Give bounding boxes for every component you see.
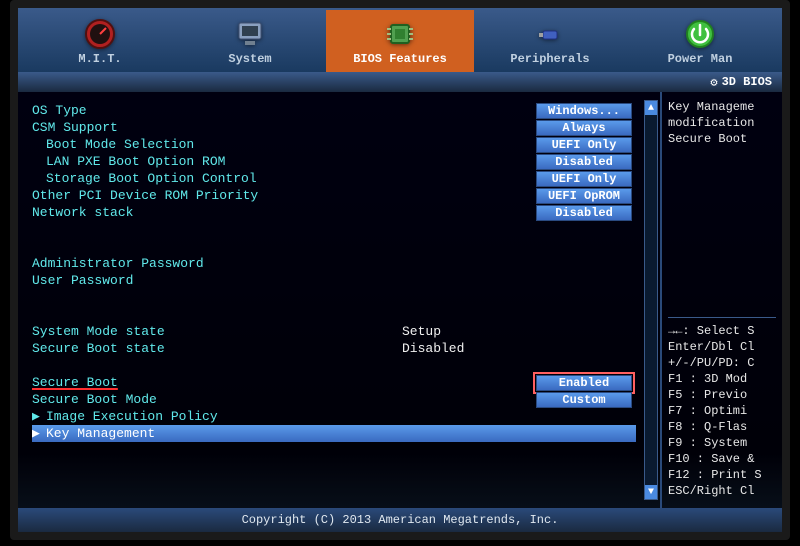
setting-value[interactable]: Disabled bbox=[536, 154, 632, 170]
tab-system[interactable]: System bbox=[176, 10, 324, 72]
setting-storage-boot[interactable]: Storage Boot Option Control UEFI Only bbox=[32, 170, 654, 187]
help-key: ESC/Right Cl bbox=[668, 484, 776, 500]
computer-icon bbox=[180, 16, 320, 52]
setting-label: User Password bbox=[32, 273, 632, 288]
setting-other-pci[interactable]: Other PCI Device ROM Priority UEFI OpROM bbox=[32, 187, 654, 204]
copyright-text: Copyright (C) 2013 American Megatrends, … bbox=[242, 513, 559, 527]
brand-bar: ⚙ 3D BIOS bbox=[18, 72, 782, 92]
state-label: System Mode state bbox=[32, 324, 402, 339]
tab-peripherals[interactable]: Peripherals bbox=[476, 10, 624, 72]
tab-label: Power Man bbox=[630, 52, 770, 66]
setting-value[interactable]: Always bbox=[536, 120, 632, 136]
setting-label: Administrator Password bbox=[32, 256, 632, 271]
setting-csm-support[interactable]: CSM Support Always bbox=[32, 119, 654, 136]
setting-admin-password[interactable]: Administrator Password bbox=[32, 255, 654, 272]
setting-label: LAN PXE Boot Option ROM bbox=[32, 154, 536, 169]
setting-secure-boot-mode[interactable]: Secure Boot Mode Custom bbox=[32, 391, 654, 408]
tab-label: M.I.T. bbox=[30, 52, 170, 66]
tab-bar: M.I.T. System BIOS Features Peripherals … bbox=[18, 8, 782, 72]
help-key: Enter/Dbl Cl bbox=[668, 340, 776, 356]
setting-label: Secure Boot Mode bbox=[32, 392, 536, 407]
setting-value[interactable]: UEFI OpROM bbox=[536, 188, 632, 204]
power-icon bbox=[630, 16, 770, 52]
help-key: F5 : Previo bbox=[668, 388, 776, 404]
submenu-image-execution[interactable]: ▶ Image Execution Policy bbox=[32, 408, 654, 425]
setting-value[interactable]: Disabled bbox=[536, 205, 632, 221]
submenu-key-management[interactable]: ▶ Key Management bbox=[32, 425, 636, 442]
help-text: Secure Boot bbox=[668, 132, 776, 148]
main-panel: OS Type Windows... CSM Support Always Bo… bbox=[18, 92, 662, 508]
setting-label: Secure Boot bbox=[32, 375, 536, 390]
tab-label: System bbox=[180, 52, 320, 66]
tab-mit[interactable]: M.I.T. bbox=[26, 10, 174, 72]
scroll-up-icon[interactable]: ▲ bbox=[645, 101, 657, 115]
setting-value[interactable]: UEFI Only bbox=[536, 137, 632, 153]
tab-label: Peripherals bbox=[480, 52, 620, 66]
setting-value[interactable]: Enabled bbox=[536, 375, 632, 391]
footer: Copyright (C) 2013 American Megatrends, … bbox=[18, 508, 782, 532]
state-label: Secure Boot state bbox=[32, 341, 402, 356]
usb-icon bbox=[480, 16, 620, 52]
triangle-icon: ▶ bbox=[32, 409, 42, 424]
tab-label: BIOS Features bbox=[330, 52, 470, 66]
setting-label: CSM Support bbox=[32, 120, 536, 135]
setting-label: Storage Boot Option Control bbox=[32, 171, 536, 186]
triangle-icon: ▶ bbox=[32, 426, 42, 441]
gear-icon: ⚙ bbox=[710, 75, 717, 90]
scroll-down-icon[interactable]: ▼ bbox=[645, 485, 657, 499]
submenu-label: Key Management bbox=[46, 426, 155, 441]
help-key: F8 : Q-Flas bbox=[668, 420, 776, 436]
submenu-label: Image Execution Policy bbox=[46, 409, 218, 424]
setting-value[interactable]: Custom bbox=[536, 392, 632, 408]
state-secure-boot: Secure Boot state Disabled bbox=[32, 340, 654, 357]
setting-boot-mode[interactable]: Boot Mode Selection UEFI Only bbox=[32, 136, 654, 153]
content-area: OS Type Windows... CSM Support Always Bo… bbox=[18, 92, 782, 508]
bios-screen: M.I.T. System BIOS Features Peripherals … bbox=[10, 0, 790, 540]
brand-text: 3D BIOS bbox=[722, 75, 772, 89]
setting-label: Network stack bbox=[32, 205, 536, 220]
help-text: Key Manageme bbox=[668, 100, 776, 116]
setting-label: Boot Mode Selection bbox=[32, 137, 536, 152]
help-key: F7 : Optimi bbox=[668, 404, 776, 420]
help-key: →←: Select S bbox=[668, 324, 776, 340]
tab-power[interactable]: Power Man bbox=[626, 10, 774, 72]
help-key: F1 : 3D Mod bbox=[668, 372, 776, 388]
setting-secure-boot[interactable]: Secure Boot Enabled bbox=[32, 374, 654, 391]
setting-lan-pxe[interactable]: LAN PXE Boot Option ROM Disabled bbox=[32, 153, 654, 170]
help-key: F10 : Save & bbox=[668, 452, 776, 468]
scrollbar[interactable]: ▲ ▼ bbox=[644, 100, 658, 500]
chip-icon bbox=[330, 16, 470, 52]
setting-network-stack[interactable]: Network stack Disabled bbox=[32, 204, 654, 221]
state-system-mode: System Mode state Setup bbox=[32, 323, 654, 340]
help-key: F12 : Print S bbox=[668, 468, 776, 484]
state-value: Setup bbox=[402, 324, 632, 339]
state-value: Disabled bbox=[402, 341, 632, 356]
setting-value[interactable]: UEFI Only bbox=[536, 171, 632, 187]
help-panel: Key Manageme modification Secure Boot →←… bbox=[662, 92, 782, 508]
tab-bios-features[interactable]: BIOS Features bbox=[326, 10, 474, 72]
setting-user-password[interactable]: User Password bbox=[32, 272, 654, 289]
setting-value[interactable]: Windows... bbox=[536, 103, 632, 119]
gauge-icon bbox=[30, 16, 170, 52]
help-text: modification bbox=[668, 116, 776, 132]
help-key: +/-/PU/PD: C bbox=[668, 356, 776, 372]
help-key: F9 : System bbox=[668, 436, 776, 452]
setting-label: Other PCI Device ROM Priority bbox=[32, 188, 536, 203]
setting-label: OS Type bbox=[32, 103, 536, 118]
setting-os-type[interactable]: OS Type Windows... bbox=[32, 102, 654, 119]
